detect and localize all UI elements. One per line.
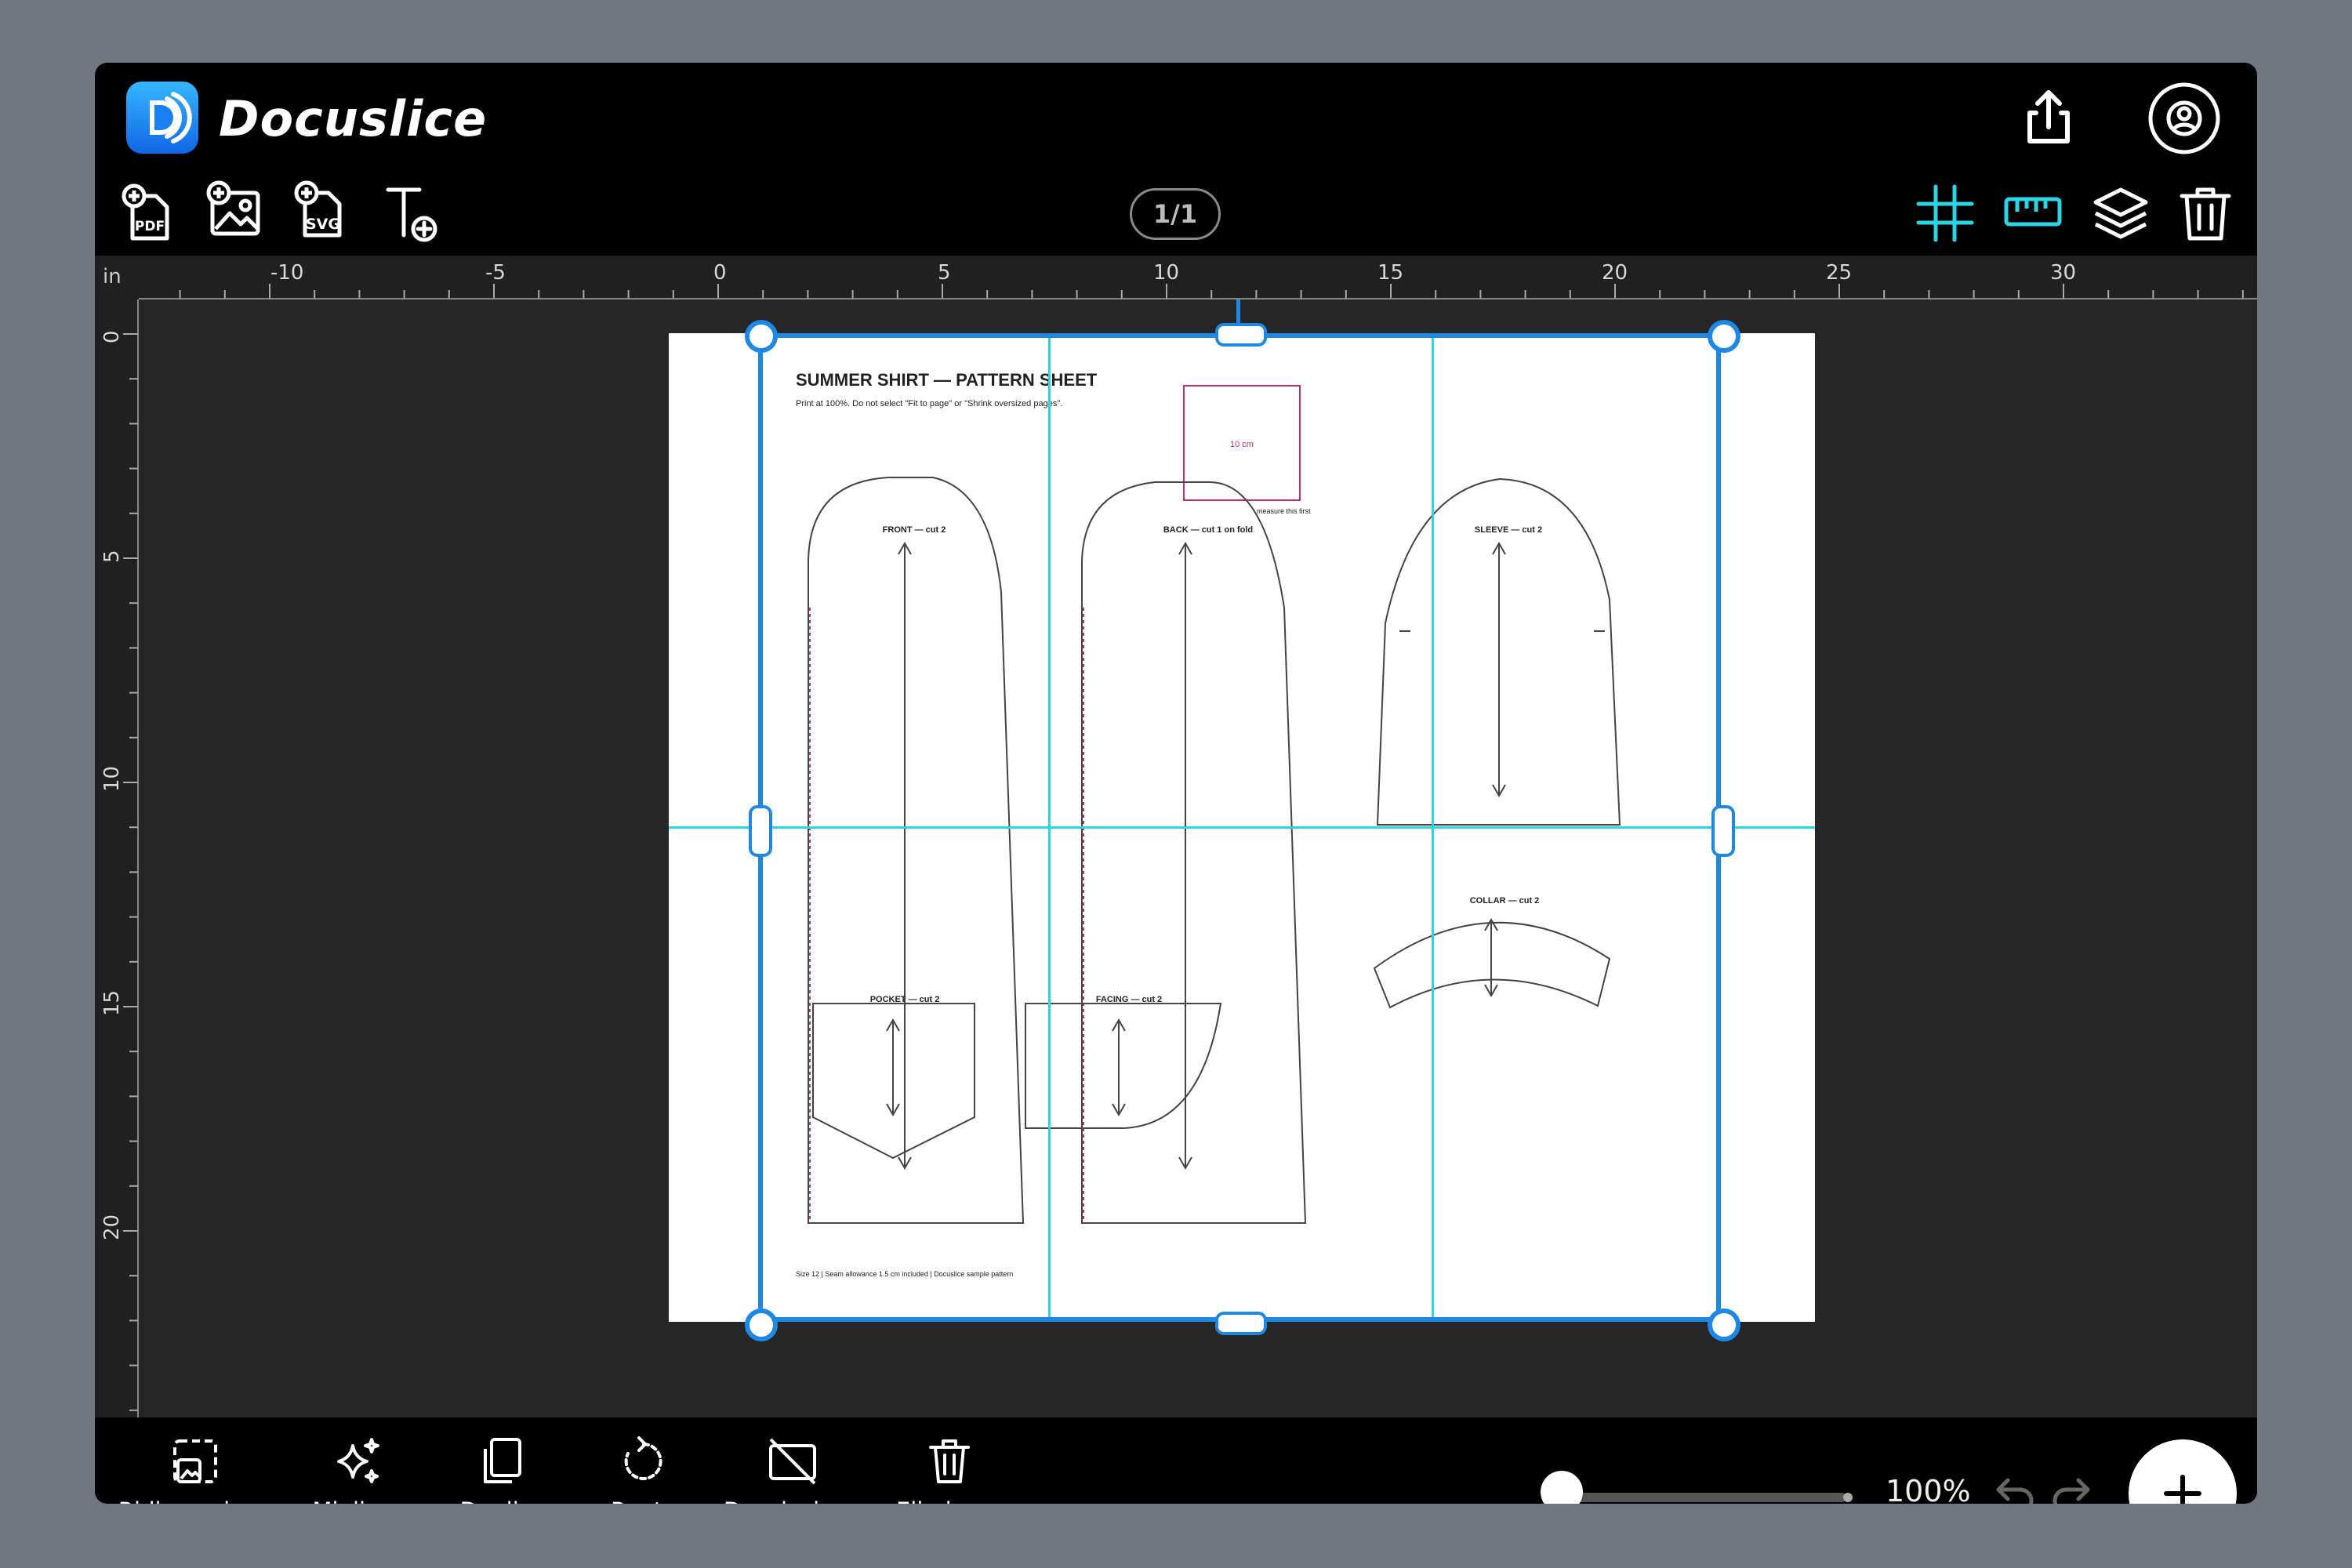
ruler-label-top: -5 [485, 261, 506, 285]
deselect-icon [764, 1433, 821, 1490]
top-ruler-ticks: -10 -5 0 5 10 15 20 25 30 35 [139, 261, 2257, 299]
grainline-arrow [898, 541, 912, 1171]
ruler-label-top: 15 [1377, 261, 1403, 285]
sheet-footer: Size 12 | Seam allowance 1.5 cm included… [796, 1270, 1013, 1278]
test-square-caption: measure this first [1257, 507, 1311, 515]
ruler-label-top: 0 [713, 261, 727, 285]
resize-handle-left[interactable] [749, 805, 772, 857]
grainline-arrow [1492, 541, 1506, 798]
svg-text: SVG [306, 216, 340, 233]
zoom-slider-end [1843, 1493, 1853, 1502]
ruler-icon[interactable] [2003, 182, 2063, 241]
piece-label: BACK — cut 1 on fold [1163, 525, 1253, 535]
ruler-label-top: -10 [270, 261, 303, 285]
front-piece [808, 477, 1025, 1224]
zoom-value: 100% [1886, 1474, 1971, 1504]
action-label: Ruota [581, 1497, 706, 1504]
action-label: Eliminare [879, 1497, 1020, 1504]
ruler-label-left: 0 [100, 330, 124, 343]
resize-handle-top[interactable] [1215, 323, 1267, 347]
duplicate-icon [474, 1433, 531, 1490]
app-logo [126, 82, 198, 154]
action-label: Ridimensiona [111, 1497, 280, 1504]
layers-icon[interactable] [2091, 183, 2151, 243]
ruler-label-top: 10 [1153, 261, 1179, 285]
app-window: Docuslice PDF SVG 1/1 in -10 -5 0 5 10 1… [95, 63, 2257, 1504]
piece-label: FACING — cut 2 [1096, 995, 1162, 1004]
page-indicator: 1/1 [1130, 188, 1221, 240]
left-ruler-ticks: 0 5 10 15 20 [100, 299, 139, 1417]
resize-handle-right[interactable] [1711, 805, 1735, 857]
facing-piece [1025, 1003, 1222, 1129]
piece-label: COLLAR — cut 2 [1470, 896, 1540, 906]
share-icon[interactable] [2017, 86, 2080, 149]
piece-label: SLEEVE — cut 2 [1475, 525, 1542, 535]
rotate-handle-stem[interactable] [1236, 299, 1240, 325]
piece-label: POCKET — cut 2 [870, 995, 940, 1004]
resize-handle-top-right[interactable] [1708, 320, 1740, 353]
resize-handle-bottom-left[interactable] [745, 1308, 778, 1341]
pdf-text: PDF [135, 219, 165, 234]
back-piece [1081, 481, 1307, 1224]
redo-icon[interactable] [2047, 1469, 2094, 1504]
sparkle-icon [329, 1433, 386, 1490]
cut-guide-horizontal[interactable] [669, 826, 1815, 829]
grainline-arrow [1484, 917, 1498, 998]
action-label: Duplica [440, 1497, 565, 1504]
add-svg-icon[interactable]: SVG [291, 180, 350, 240]
resize-handle-bottom-right[interactable] [1708, 1308, 1740, 1341]
resize-icon [167, 1433, 223, 1490]
enhance-button[interactable]: Migliora [295, 1433, 420, 1504]
delete-button[interactable]: Eliminare [879, 1433, 1020, 1504]
grid-icon[interactable] [1915, 183, 1975, 243]
ruler-label-top: 20 [1602, 261, 1628, 285]
grainline-arrow [886, 1018, 900, 1117]
trash-icon[interactable] [2176, 183, 2235, 243]
grainline-arrow [1178, 541, 1192, 1171]
undo-icon[interactable] [1992, 1469, 2039, 1504]
app-title: Docuslice [219, 90, 488, 147]
grainline-arrow [1112, 1018, 1126, 1117]
rotate-button[interactable]: Ruota [581, 1433, 706, 1504]
resize-handle-bottom[interactable] [1215, 1312, 1267, 1335]
zoom-slider-track[interactable] [1567, 1493, 1846, 1502]
piece-label: FRONT — cut 2 [883, 525, 946, 535]
duplicate-button[interactable]: Duplica [440, 1433, 565, 1504]
ruler-label-left: 20 [100, 1214, 124, 1240]
rotate-icon [615, 1433, 672, 1490]
add-text-icon[interactable] [382, 183, 441, 243]
canvas-area[interactable]: SUMMER SHIRT — PATTERN SHEET Print at 10… [139, 299, 2257, 1417]
ruler-units-label: in [103, 265, 122, 289]
ruler-label-left: 5 [100, 550, 124, 563]
deselect-button[interactable]: Deseleziona [706, 1433, 879, 1504]
profile-icon[interactable] [2147, 82, 2221, 155]
delete-icon [921, 1433, 978, 1490]
add-image-icon[interactable] [205, 180, 264, 240]
ruler-label-top: 25 [1826, 261, 1852, 285]
action-label: Deseleziona [706, 1497, 879, 1504]
plus-icon [2164, 1475, 2201, 1504]
action-label: Migliora [295, 1497, 420, 1504]
resize-button[interactable]: Ridimensiona [111, 1433, 280, 1504]
ruler-label-left: 15 [100, 990, 124, 1016]
add-button[interactable] [2129, 1439, 2237, 1504]
add-pdf-icon[interactable]: PDF [118, 183, 178, 243]
ruler-label-left: 10 [100, 766, 124, 792]
ruler-label-top: 5 [938, 261, 951, 285]
ruler-label-top: 30 [2050, 261, 2076, 285]
sheet-title: SUMMER SHIRT — PATTERN SHEET [796, 370, 1098, 390]
test-square-label: 10 cm [1230, 440, 1254, 449]
resize-handle-top-left[interactable] [745, 320, 778, 353]
sheet-instructions: Print at 100%. Do not select "Fit to pag… [796, 399, 1062, 408]
